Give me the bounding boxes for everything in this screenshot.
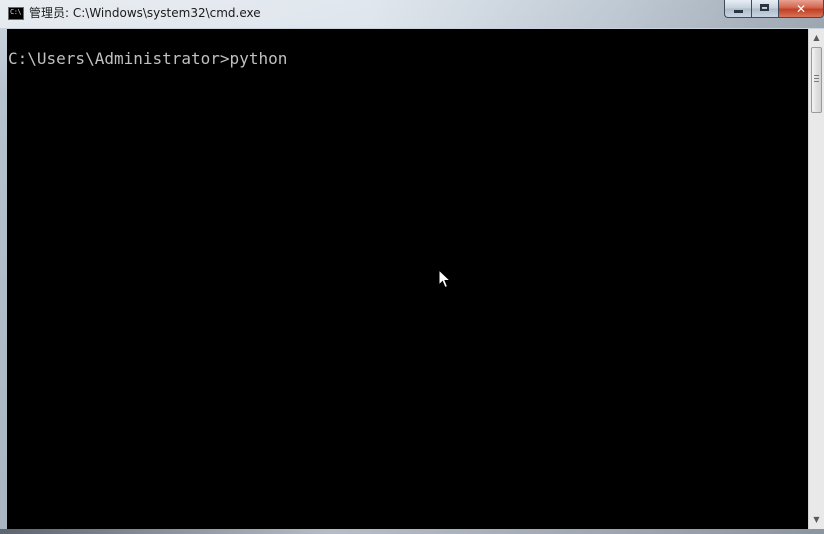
console-output[interactable]: C:\Users\Administrator>python xyxy=(7,29,808,529)
cmd-window: C:\ 管理员: C:\Windows\system32\cmd.exe ✕ C… xyxy=(0,0,824,534)
maximize-button[interactable] xyxy=(751,0,778,18)
scroll-thumb[interactable] xyxy=(811,47,822,113)
window-bottom-border xyxy=(0,529,824,534)
scroll-up-icon: ▲ xyxy=(813,33,820,42)
minimize-icon xyxy=(733,10,743,13)
thumb-grip-icon xyxy=(814,75,819,82)
title-bar[interactable]: C:\ 管理员: C:\Windows\system32\cmd.exe ✕ xyxy=(0,0,824,28)
console-app-icon[interactable]: C:\ xyxy=(8,7,24,20)
scroll-down-icon: ▼ xyxy=(813,515,820,524)
close-icon: ✕ xyxy=(795,1,807,16)
vertical-scrollbar[interactable]: ▲ ▼ xyxy=(808,29,824,529)
minimize-button[interactable] xyxy=(724,0,751,18)
app-icon-glyph: C:\ xyxy=(10,8,22,16)
scroll-down-button[interactable]: ▼ xyxy=(809,512,824,528)
console-line: C:\Users\Administrator>python xyxy=(8,49,288,68)
close-button[interactable]: ✕ xyxy=(778,0,824,18)
mouse-pointer-icon xyxy=(438,269,451,289)
caption-buttons: ✕ xyxy=(724,0,824,18)
window-title: 管理员: C:\Windows\system32\cmd.exe xyxy=(29,6,261,20)
maximize-icon xyxy=(760,4,769,11)
scroll-up-button[interactable]: ▲ xyxy=(809,30,824,46)
